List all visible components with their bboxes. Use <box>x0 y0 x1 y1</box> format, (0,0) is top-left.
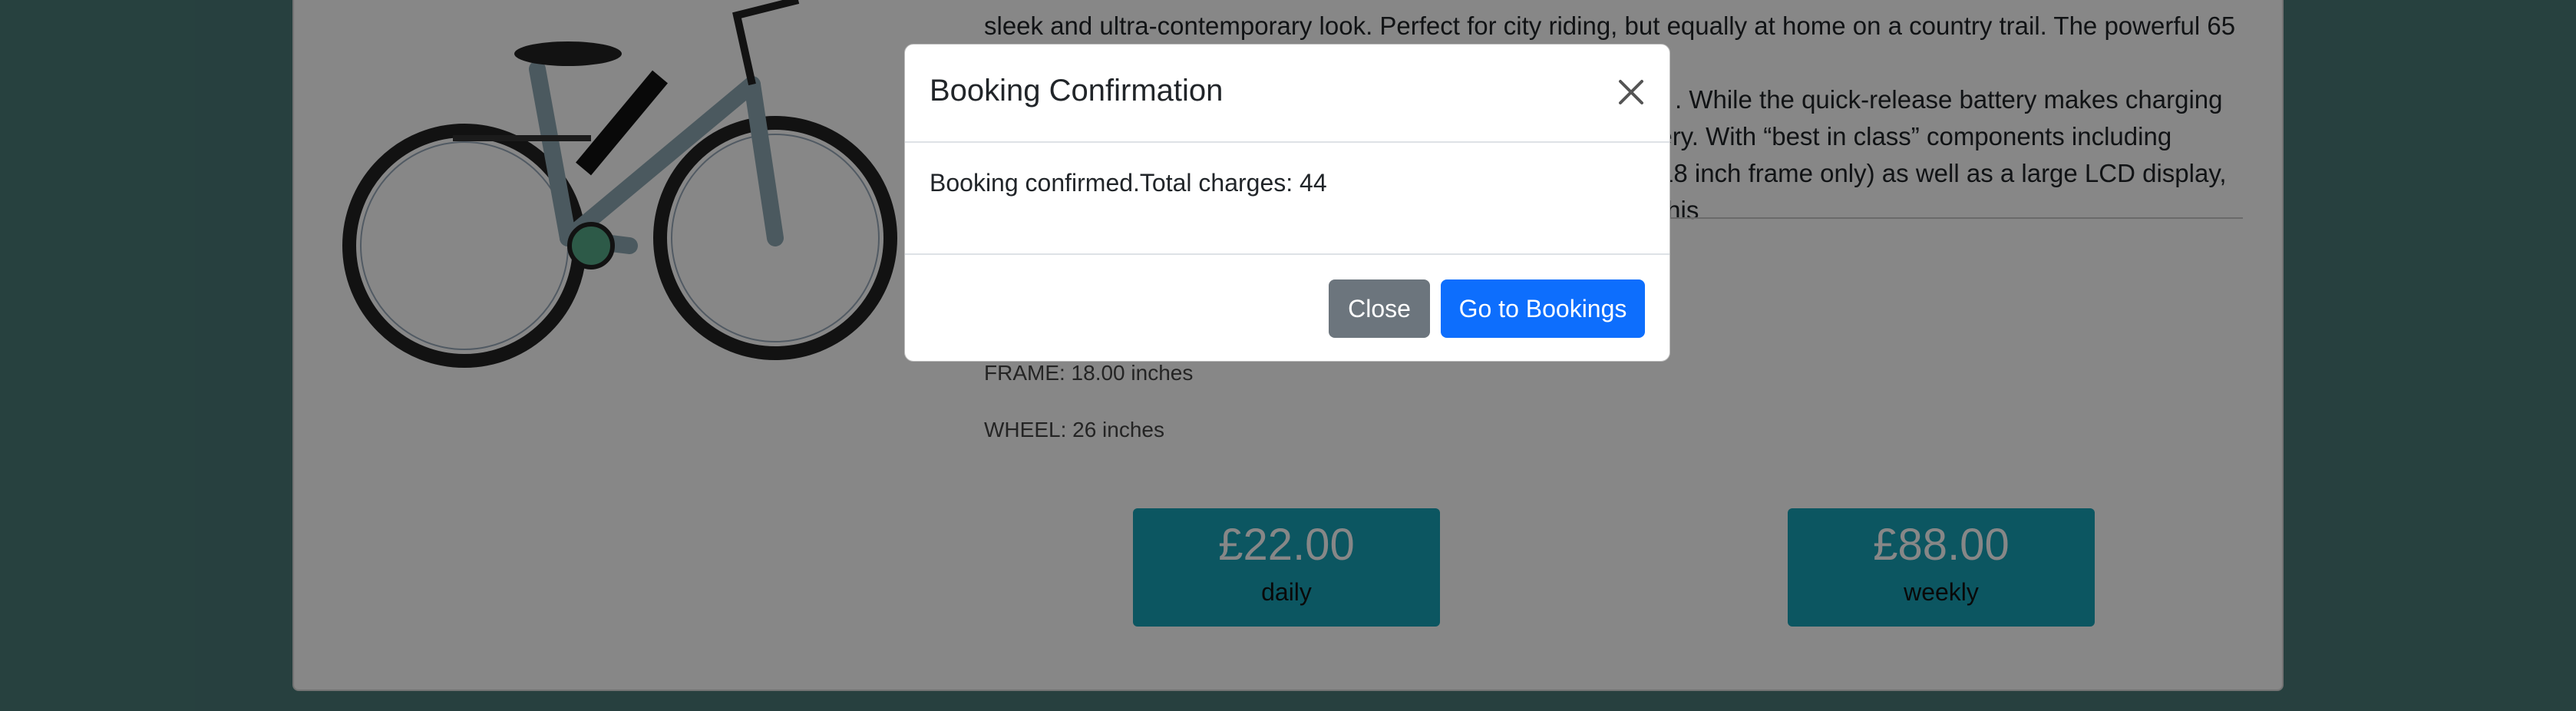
close-icon[interactable] <box>1611 72 1651 112</box>
close-button[interactable]: Close <box>1329 279 1430 338</box>
confirmation-message: Booking confirmed.Total charges: 44 <box>930 169 1327 197</box>
go-to-bookings-button[interactable]: Go to Bookings <box>1441 279 1645 338</box>
modal-title: Booking Confirmation <box>930 74 1224 107</box>
modal-header: Booking Confirmation <box>905 45 1669 143</box>
booking-confirmation-modal: Booking Confirmation Booking confirmed.T… <box>904 44 1670 362</box>
modal-footer: Close Go to Bookings <box>905 255 1669 361</box>
modal-body: Booking confirmed.Total charges: 44 <box>905 143 1669 255</box>
